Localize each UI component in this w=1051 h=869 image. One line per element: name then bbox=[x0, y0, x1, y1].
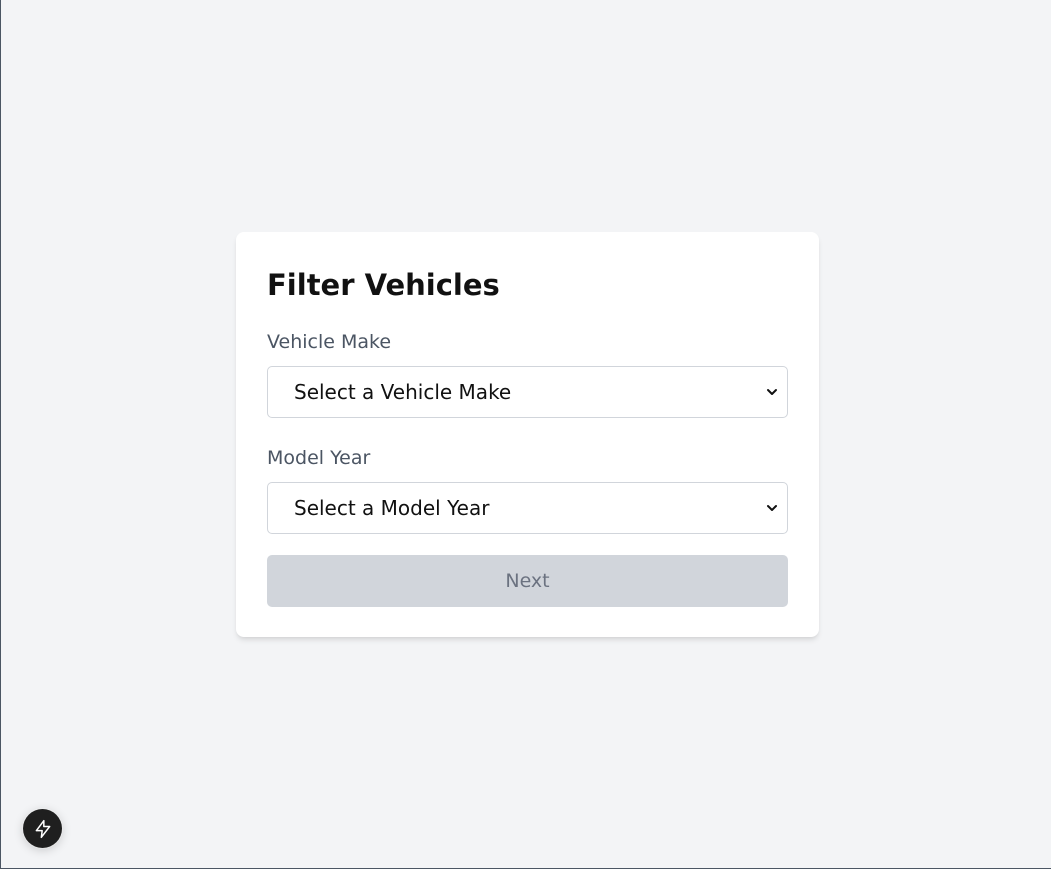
model-year-selected-value: Select a Model Year bbox=[294, 496, 490, 520]
lightning-bolt-icon bbox=[35, 819, 50, 838]
dev-tools-badge[interactable] bbox=[23, 809, 62, 848]
vehicle-make-label: Vehicle Make bbox=[267, 331, 392, 353]
vehicle-make-selected-value: Select a Vehicle Make bbox=[294, 380, 512, 404]
next-button[interactable]: Next bbox=[267, 555, 788, 607]
filter-card: Filter Vehicles Vehicle Make Select a Ve… bbox=[236, 232, 819, 637]
model-year-label: Model Year bbox=[267, 447, 371, 469]
chevron-down-icon bbox=[767, 505, 777, 511]
model-year-select[interactable]: Select a Model Year bbox=[267, 482, 788, 534]
chevron-down-icon bbox=[767, 389, 777, 395]
page-title: Filter Vehicles bbox=[267, 268, 500, 302]
vehicle-make-select[interactable]: Select a Vehicle Make bbox=[267, 366, 788, 418]
